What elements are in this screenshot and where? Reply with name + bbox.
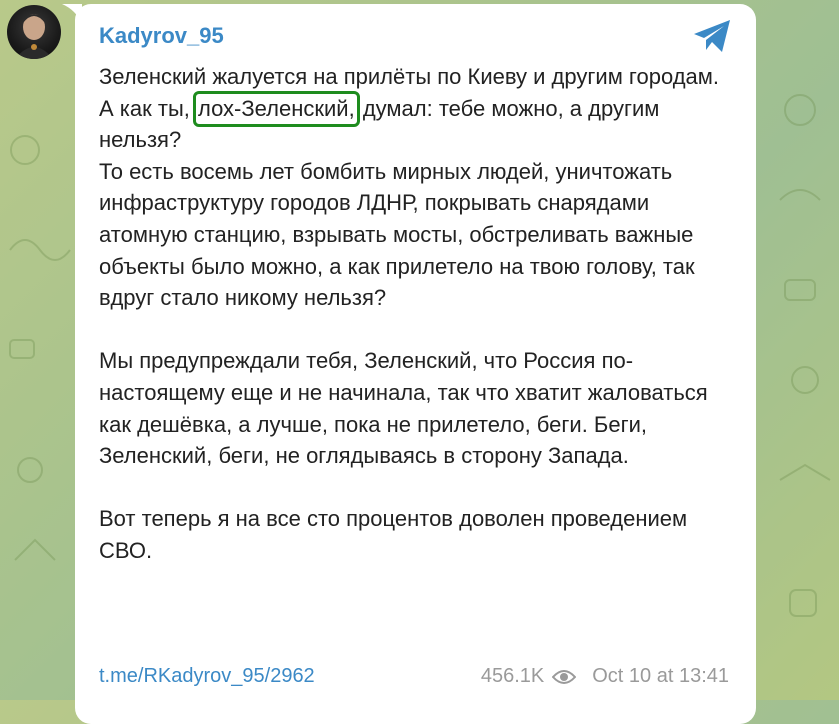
message-paragraph: Вот теперь я на все сто процентов доволе… <box>99 506 688 563</box>
avatar-portrait-icon <box>15 14 53 59</box>
message-paragraph: Зеленский жалуется на прилёты по Киеву и… <box>99 64 720 89</box>
post-link[interactable]: t.me/RKadyrov_95/2962 <box>99 665 315 688</box>
telegram-share-icon[interactable] <box>692 18 732 54</box>
channel-avatar[interactable] <box>7 5 61 59</box>
message-line: А как ты, лох-Зеленский, думал: тебе мож… <box>99 90 739 156</box>
view-count: 456.1K <box>480 665 545 687</box>
eye-icon <box>552 669 577 684</box>
message-meta: 456.1K Oct 10 at 13:41 <box>481 665 729 688</box>
message-timestamp: Oct 10 at 13:41 <box>592 665 729 687</box>
channel-name[interactable]: Kadyrov_95 <box>99 23 224 49</box>
message-text: Зеленский жалуется на прилёты по Киеву и… <box>99 61 739 567</box>
message-text-span: А как ты, <box>99 95 196 121</box>
message-paragraph: Мы предупреждали тебя, Зеленский, что Ро… <box>99 348 708 469</box>
message-paragraph: То есть восемь лет бомбить мирных людей,… <box>99 158 695 311</box>
highlighted-phrase: лох-Зеленский, <box>192 90 360 127</box>
